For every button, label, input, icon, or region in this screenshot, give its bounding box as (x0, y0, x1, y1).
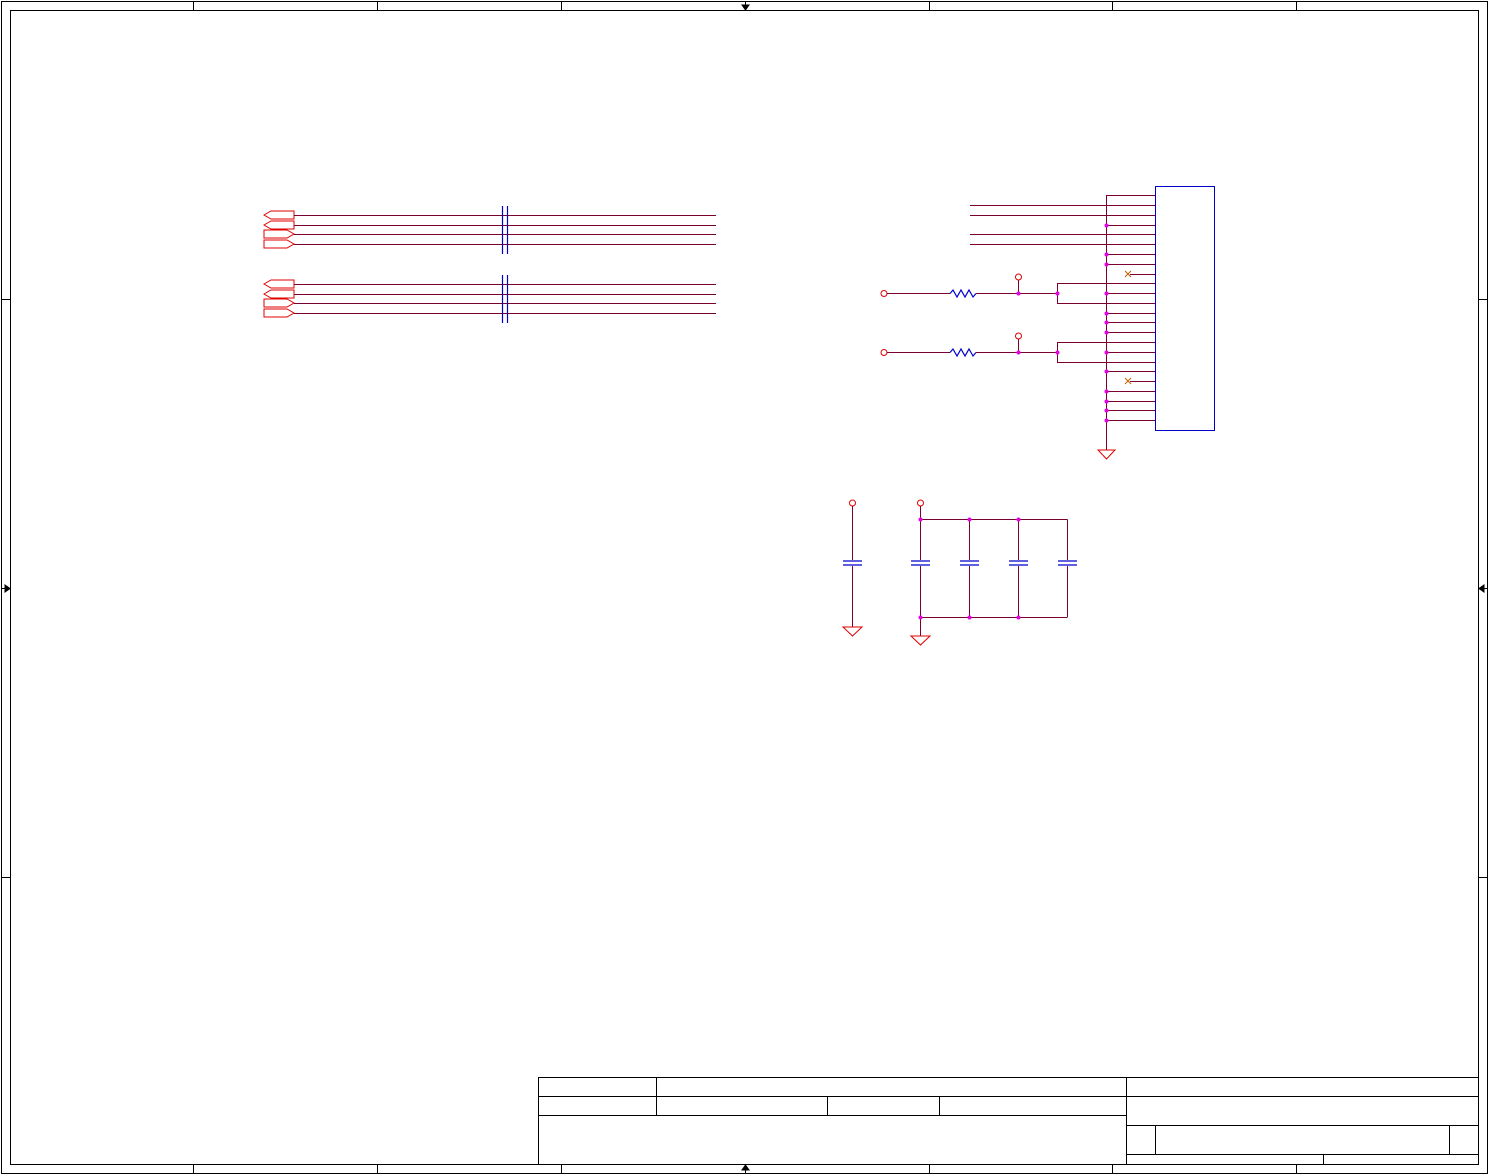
arrow-down-icon (741, 1, 750, 11)
power-rail-icon (849, 499, 856, 507)
input-port-icon[interactable] (262, 289, 295, 299)
signal-group-1 (262, 206, 716, 254)
center-marks (1, 1, 1488, 1174)
resistor-icon[interactable] (949, 288, 977, 299)
power-rail-icon (917, 499, 924, 507)
decoupling-single (841, 499, 864, 637)
capacitor-icon[interactable] (911, 560, 930, 566)
arrow-up-icon (741, 1164, 750, 1174)
series-capacitor-bar (501, 206, 509, 254)
ground-icon (1096, 449, 1117, 460)
net-terminal-icon[interactable] (880, 349, 888, 356)
connector (970, 186, 1215, 460)
power-rail-icon (1015, 273, 1022, 281)
output-port-icon[interactable] (263, 308, 296, 318)
capacitor-icon[interactable] (843, 560, 862, 566)
capacitor-icon[interactable] (960, 560, 979, 566)
signal-group-2 (262, 275, 716, 323)
junction-dots (1104, 223, 1109, 423)
input-port-icon[interactable] (262, 279, 295, 289)
sheet-border (1, 1, 1488, 1174)
resistor-circuit-2 (880, 332, 1060, 358)
signal-wires (970, 205, 1107, 245)
port-symbols (262, 210, 296, 249)
ground-icon (909, 635, 932, 646)
connector-body[interactable] (1155, 186, 1215, 431)
arrow-left-icon (1478, 584, 1488, 593)
schematic-sheet (1, 1, 1488, 1174)
output-port-icon[interactable] (263, 229, 296, 239)
series-capacitor-bar (501, 275, 509, 323)
resistor-circuit-1 (880, 273, 1060, 299)
no-connect-marks (1124, 270, 1132, 385)
capacitor-icon[interactable] (1009, 560, 1028, 566)
output-port-icon[interactable] (263, 239, 296, 249)
input-port-icon[interactable] (262, 220, 295, 230)
wires (294, 284, 716, 314)
power-rail-icon (1015, 332, 1022, 340)
arrow-right-icon (1, 584, 11, 593)
ground-icon (841, 626, 864, 637)
net-terminal-icon[interactable] (880, 290, 888, 297)
input-port-icon[interactable] (262, 210, 295, 220)
port-symbols (262, 279, 296, 318)
wires (294, 215, 716, 245)
decoupling-bank (909, 499, 1077, 646)
capacitor-icon[interactable] (1058, 560, 1077, 566)
resistor-icon[interactable] (949, 347, 977, 358)
output-port-icon[interactable] (263, 298, 296, 308)
title-block (538, 1077, 1479, 1165)
